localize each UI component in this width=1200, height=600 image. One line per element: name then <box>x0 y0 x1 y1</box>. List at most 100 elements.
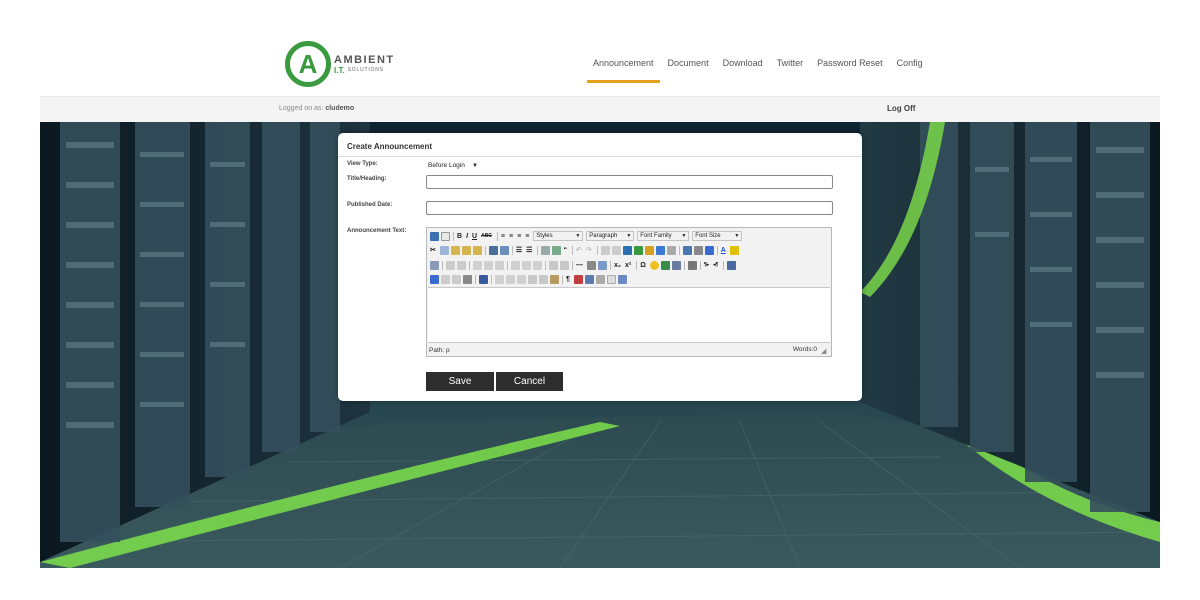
rtl-icon[interactable]: ◂¶ <box>713 261 718 270</box>
media-icon[interactable] <box>660 260 670 270</box>
fullscreen-icon[interactable] <box>727 260 737 270</box>
preview-icon[interactable] <box>617 274 627 284</box>
blockquote-icon[interactable]: “ <box>563 246 567 255</box>
subscript-icon[interactable]: x₂ <box>614 261 621 270</box>
ambient-logo[interactable]: A AMBIENT I.T. SOLUTIONS <box>285 41 395 87</box>
visual-aid-icon[interactable] <box>598 260 607 270</box>
toolbar-separator <box>596 245 598 255</box>
redo-icon[interactable]: ↷ <box>586 246 592 255</box>
font-family-dropdown[interactable]: Font Family ▼ <box>637 231 690 241</box>
unlink-icon[interactable] <box>611 245 621 255</box>
dialog-divider <box>338 156 862 157</box>
find-icon[interactable] <box>488 245 498 255</box>
toolbar-separator <box>545 260 546 270</box>
row-before-icon[interactable] <box>473 260 482 270</box>
acronym-icon[interactable] <box>517 274 526 284</box>
bold-icon[interactable]: B <box>457 232 462 241</box>
abbr-icon[interactable] <box>506 274 515 284</box>
html-icon[interactable] <box>666 245 676 255</box>
paragraph-dropdown[interactable]: Paragraph ▼ <box>586 231 635 241</box>
visual-chars-icon[interactable]: ¶ <box>566 275 570 284</box>
styles-dropdown[interactable]: Styles ▼ <box>533 231 584 241</box>
emoticon-icon[interactable] <box>649 260 659 270</box>
title-heading-input[interactable] <box>426 175 833 189</box>
settings-icon[interactable] <box>693 245 703 255</box>
view-type-select[interactable]: Before Login ▼ <box>426 160 480 172</box>
move-backward-icon[interactable] <box>452 274 461 284</box>
nav-password-reset[interactable]: Password Reset <box>817 58 883 68</box>
editor-content-area[interactable] <box>428 287 830 343</box>
absolute-icon[interactable] <box>463 274 472 284</box>
paste-icon[interactable] <box>450 245 460 255</box>
resize-grip-icon[interactable]: ◢ <box>821 348 829 356</box>
link-icon[interactable] <box>600 245 610 255</box>
nav-twitter[interactable]: Twitter <box>777 58 804 68</box>
bullet-list-icon[interactable]: ☰ <box>516 246 522 255</box>
attribs-icon[interactable] <box>550 274 559 284</box>
align-justify-icon[interactable]: ≡ <box>525 232 529 241</box>
insert-layer-icon[interactable] <box>430 274 439 284</box>
restore-draft-icon[interactable] <box>606 274 616 284</box>
pagebreak-icon[interactable] <box>595 274 605 284</box>
template-icon[interactable] <box>584 274 594 284</box>
remove-format-icon[interactable] <box>587 260 596 270</box>
underline-icon[interactable]: U <box>472 232 477 241</box>
nav-download[interactable]: Download <box>723 58 763 68</box>
delete-col-icon[interactable] <box>533 260 542 270</box>
superscript-icon[interactable]: x² <box>625 261 631 270</box>
cleanup-icon[interactable] <box>644 245 654 255</box>
replace-icon[interactable] <box>499 245 509 255</box>
special-char-icon[interactable]: Ω <box>640 261 646 270</box>
log-off-link[interactable]: Log Off <box>887 104 915 113</box>
align-center-icon[interactable]: ≡ <box>509 232 513 241</box>
move-forward-icon[interactable] <box>441 274 450 284</box>
advhr-icon[interactable] <box>671 260 681 270</box>
strikethrough-icon[interactable]: ABC <box>481 232 492 241</box>
paste-text-icon[interactable] <box>461 245 471 255</box>
undo-icon[interactable]: ↶ <box>576 246 582 255</box>
italic-icon[interactable]: I <box>466 232 468 241</box>
copy-icon[interactable] <box>439 245 449 255</box>
row-after-icon[interactable] <box>484 260 493 270</box>
horizontal-rule-icon[interactable]: — <box>576 261 583 270</box>
font-size-dropdown[interactable]: Font Size ▼ <box>692 231 743 241</box>
table-icon[interactable] <box>682 245 692 255</box>
anchor-icon[interactable] <box>622 245 632 255</box>
indent-icon[interactable] <box>552 245 562 255</box>
dropdown-arrow-icon: ▼ <box>681 233 687 239</box>
print-icon[interactable] <box>687 260 697 270</box>
spellcheck-icon[interactable] <box>704 245 714 255</box>
ins-icon[interactable] <box>539 274 548 284</box>
paste-word-icon[interactable] <box>472 245 482 255</box>
cut-icon[interactable]: ✂ <box>430 246 436 255</box>
nav-announcement[interactable]: Announcement <box>587 58 660 83</box>
help-icon[interactable] <box>655 245 665 255</box>
del-icon[interactable] <box>528 274 537 284</box>
cite-icon[interactable] <box>495 274 504 284</box>
delete-row-icon[interactable] <box>495 260 504 270</box>
styleprops-icon[interactable] <box>479 274 488 284</box>
numbered-list-icon[interactable]: ☰ <box>526 246 532 255</box>
col-after-icon[interactable] <box>522 260 531 270</box>
save-icon[interactable] <box>430 231 439 241</box>
nonbreaking-icon[interactable] <box>573 274 583 284</box>
col-before-icon[interactable] <box>511 260 520 270</box>
cancel-button[interactable]: Cancel <box>496 372 563 391</box>
nav-document[interactable]: Document <box>668 58 709 68</box>
highlight-color-icon[interactable] <box>729 245 739 255</box>
edit-css-icon[interactable] <box>430 260 439 270</box>
nav-config[interactable]: Config <box>897 58 923 68</box>
split-cells-icon[interactable] <box>560 260 569 270</box>
align-left-icon[interactable]: ≡ <box>501 232 505 241</box>
image-icon[interactable] <box>633 245 643 255</box>
cell-props-icon[interactable] <box>457 260 466 270</box>
published-date-input[interactable] <box>426 201 833 215</box>
new-document-icon[interactable] <box>441 231 450 241</box>
ltr-icon[interactable]: ¶▸ <box>704 261 709 270</box>
merge-cells-icon[interactable] <box>549 260 558 270</box>
save-button[interactable]: Save <box>426 372 494 391</box>
outdent-icon[interactable] <box>541 245 551 255</box>
text-color-icon[interactable]: A <box>721 246 726 255</box>
table-props-icon[interactable] <box>446 260 455 270</box>
align-right-icon[interactable]: ≡ <box>517 232 521 241</box>
